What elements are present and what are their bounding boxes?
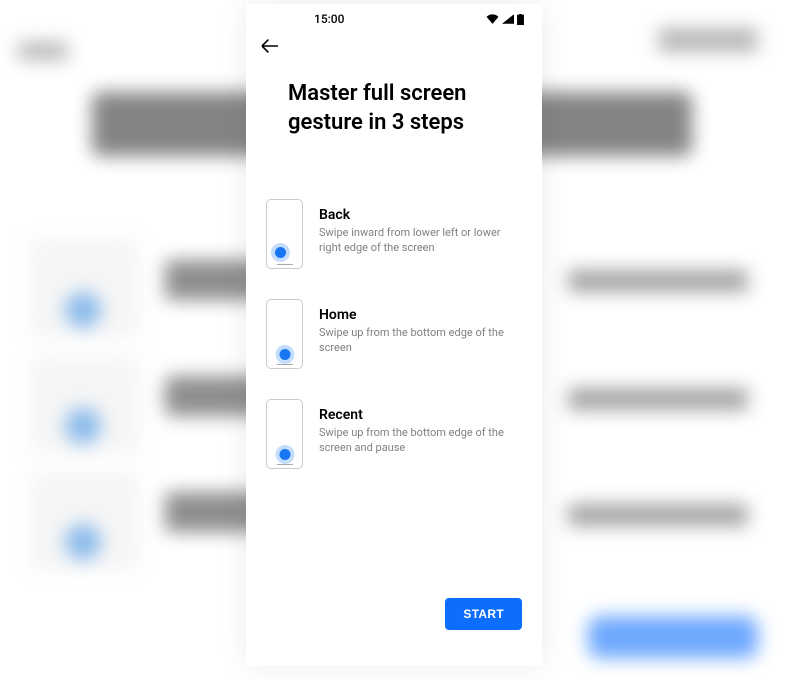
gesture-dot-icon bbox=[279, 349, 290, 360]
status-bar: 15:00 bbox=[246, 4, 542, 28]
arrow-left-icon bbox=[260, 38, 280, 54]
step-title: Recent bbox=[319, 407, 522, 423]
gesture-thumb-home bbox=[266, 299, 303, 369]
signal-icon bbox=[502, 14, 514, 24]
gesture-dot-icon bbox=[275, 247, 286, 258]
step-description: Swipe up from the bottom edge of the scr… bbox=[319, 326, 522, 356]
step-home: Home Swipe up from the bottom edge of th… bbox=[266, 299, 522, 369]
step-title: Home bbox=[319, 307, 522, 323]
battery-icon bbox=[517, 14, 524, 25]
status-icons bbox=[486, 14, 524, 25]
step-title: Back bbox=[319, 207, 522, 223]
steps-list: Back Swipe inward from lower left or low… bbox=[246, 137, 542, 469]
status-time: 15:00 bbox=[314, 12, 344, 26]
gesture-thumb-recent bbox=[266, 399, 303, 469]
page-title: Master full screen gesture in 3 steps bbox=[246, 58, 542, 137]
wifi-icon bbox=[486, 14, 499, 24]
step-description: Swipe inward from lower left or lower ri… bbox=[319, 226, 522, 256]
back-button[interactable] bbox=[260, 38, 280, 54]
gesture-tutorial-modal: 15:00 Master full screen gesture in 3 st… bbox=[246, 4, 542, 666]
gesture-dot-icon bbox=[279, 449, 290, 460]
gesture-thumb-back bbox=[266, 199, 303, 269]
footer: START bbox=[246, 598, 542, 666]
start-button[interactable]: START bbox=[445, 598, 522, 630]
step-recent: Recent Swipe up from the bottom edge of … bbox=[266, 399, 522, 469]
step-description: Swipe up from the bottom edge of the scr… bbox=[319, 426, 522, 456]
step-back: Back Swipe inward from lower left or low… bbox=[266, 199, 522, 269]
